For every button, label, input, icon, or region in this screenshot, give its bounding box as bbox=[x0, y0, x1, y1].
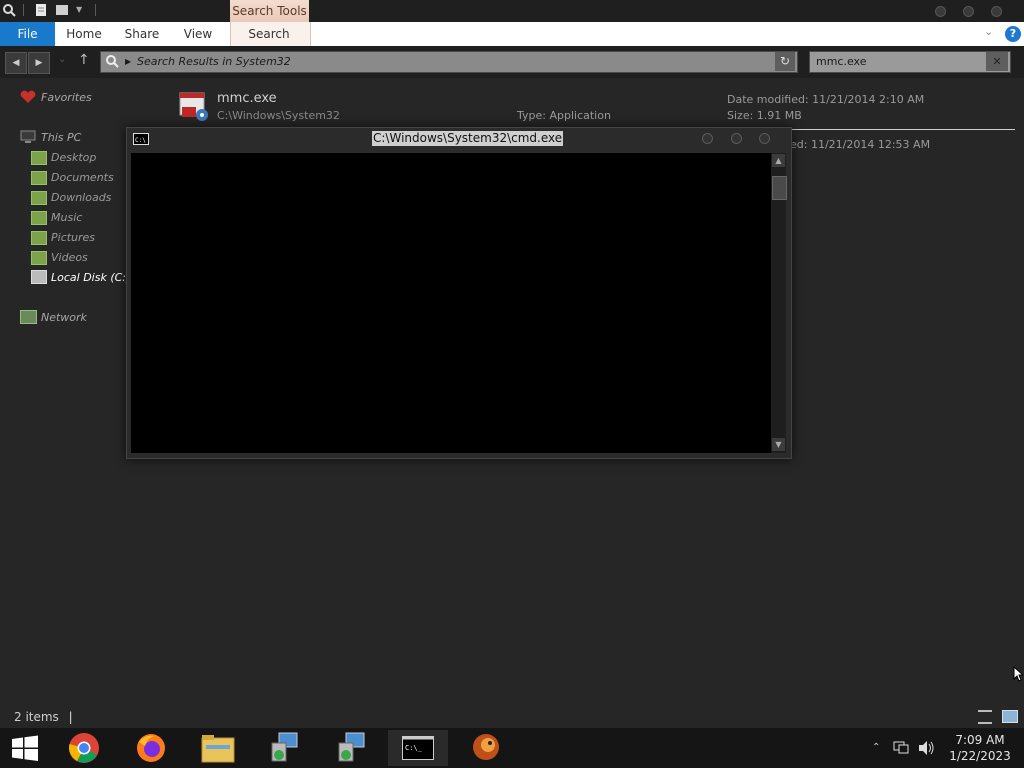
new-folder-icon[interactable] bbox=[55, 3, 69, 17]
sidebar-item-network[interactable]: Network bbox=[41, 311, 87, 324]
scroll-thumb[interactable] bbox=[772, 176, 787, 200]
breadcrumb-chevron-icon[interactable]: ▶ bbox=[125, 52, 131, 72]
cmd-window-icon: C:\ bbox=[133, 133, 149, 148]
file2-modified: ed: 11/21/2014 12:53 AM bbox=[790, 138, 931, 151]
sidebar-item-favorites[interactable]: Favorites bbox=[41, 91, 92, 104]
scroll-down-arrow-icon[interactable]: ▼ bbox=[772, 438, 785, 451]
back-button[interactable]: ◀ bbox=[5, 52, 27, 74]
cmd-console-area[interactable] bbox=[131, 153, 771, 453]
refresh-button[interactable]: ↻ bbox=[775, 52, 795, 71]
network-setup-icon[interactable] bbox=[336, 731, 368, 766]
qat-dropdown-icon[interactable]: ▼ bbox=[76, 5, 82, 14]
file-explorer-icon[interactable] bbox=[201, 733, 235, 766]
favorites-icon bbox=[20, 90, 36, 107]
tab-file[interactable]: File bbox=[0, 22, 55, 46]
scroll-up-arrow-icon[interactable]: ▲ bbox=[772, 154, 785, 167]
tab-home[interactable]: Home bbox=[62, 22, 106, 46]
close-button[interactable] bbox=[991, 6, 1002, 17]
address-path: Search Results in System32 bbox=[137, 55, 291, 68]
cmd-window-title: C:\Windows\System32\cmd.exe bbox=[372, 131, 564, 146]
music-folder-icon bbox=[31, 211, 47, 225]
network-setup-icon[interactable] bbox=[269, 731, 301, 766]
address-bar[interactable]: ▶ Search Results in System32 bbox=[100, 51, 798, 73]
videos-folder-icon bbox=[31, 251, 47, 265]
cmd-minimize-button[interactable] bbox=[702, 133, 713, 144]
search-input[interactable]: mmc.exe bbox=[809, 51, 1011, 73]
mmc-app-icon bbox=[178, 91, 210, 126]
clock-date: 1/22/2023 bbox=[949, 749, 1011, 763]
up-arrow-icon[interactable]: ↑ bbox=[78, 52, 90, 68]
clear-search-button[interactable]: ✕ bbox=[986, 52, 1008, 71]
start-icon[interactable] bbox=[11, 735, 39, 764]
sidebar-item-downloads[interactable]: Downloads bbox=[51, 191, 111, 204]
sidebar-item-music[interactable]: Music bbox=[51, 211, 82, 224]
tab-search[interactable]: Search bbox=[240, 22, 298, 46]
search-value: mmc.exe bbox=[816, 55, 867, 68]
status-separator: | bbox=[68, 710, 73, 724]
search-tools-context-tab: Search Tools bbox=[230, 0, 309, 22]
cmd-icon: C:\_ bbox=[402, 736, 434, 763]
sidebar-item-desktop[interactable]: Desktop bbox=[51, 151, 96, 164]
qat-separator bbox=[23, 4, 24, 16]
file-path: C:\Windows\System32 bbox=[217, 109, 340, 122]
recent-locations-icon[interactable]: ⌄ bbox=[58, 54, 66, 65]
volume-icon[interactable] bbox=[917, 740, 935, 759]
details-view-icon[interactable] bbox=[978, 710, 992, 724]
network-icon bbox=[20, 310, 37, 324]
cmd-maximize-button[interactable] bbox=[731, 133, 742, 144]
sidebar-item-local-disk[interactable]: Local Disk (C:) bbox=[51, 271, 130, 284]
network-tray-icon[interactable] bbox=[893, 741, 909, 758]
cmd-close-button[interactable] bbox=[759, 133, 770, 144]
search-icon[interactable] bbox=[2, 3, 16, 17]
title-bar bbox=[0, 0, 1024, 22]
clock-time: 7:09 AM bbox=[955, 733, 1005, 747]
firefox-icon[interactable] bbox=[135, 732, 167, 767]
forward-button[interactable]: ▶ bbox=[28, 52, 50, 74]
file-type: Type: Application bbox=[517, 109, 611, 122]
minimize-button[interactable] bbox=[935, 6, 946, 17]
downloads-folder-icon bbox=[31, 191, 47, 205]
sidebar-item-pictures[interactable]: Pictures bbox=[51, 231, 95, 244]
file-size: Size: 1.91 MB bbox=[727, 109, 802, 122]
system-clock[interactable]: 7:09 AM 1/22/2023 bbox=[940, 732, 1020, 764]
maximize-button[interactable] bbox=[963, 6, 974, 17]
app-icon[interactable] bbox=[470, 731, 502, 766]
qat-separator bbox=[95, 4, 96, 16]
svg-text:C:\_: C:\_ bbox=[405, 744, 423, 752]
search-location-icon bbox=[105, 54, 119, 75]
chrome-icon[interactable] bbox=[68, 732, 100, 767]
properties-icon[interactable] bbox=[34, 3, 48, 17]
tab-view[interactable]: View bbox=[178, 22, 218, 46]
sidebar-item-videos[interactable]: Videos bbox=[51, 251, 88, 264]
file-modified: Date modified: 11/21/2014 2:10 AM bbox=[727, 93, 925, 106]
pictures-folder-icon bbox=[31, 231, 47, 245]
sidebar-item-documents[interactable]: Documents bbox=[51, 171, 114, 184]
large-icons-view-icon[interactable] bbox=[1002, 710, 1018, 723]
mouse-cursor-icon bbox=[1013, 665, 1024, 685]
tab-share[interactable]: Share bbox=[120, 22, 164, 46]
status-bar: 2 items | bbox=[14, 710, 73, 724]
file-name: mmc.exe bbox=[217, 91, 277, 106]
show-hidden-icons-icon[interactable]: ⌃ bbox=[872, 742, 880, 753]
item-count: 2 items bbox=[14, 710, 59, 724]
row-separator bbox=[790, 129, 1015, 130]
expand-ribbon-icon[interactable]: ⌄ bbox=[984, 25, 993, 38]
help-icon[interactable]: ? bbox=[1005, 26, 1021, 42]
documents-folder-icon bbox=[31, 171, 47, 185]
svg-text:C:\: C:\ bbox=[135, 137, 146, 144]
sidebar-item-this-pc[interactable]: This PC bbox=[41, 131, 81, 144]
this-pc-icon bbox=[20, 130, 36, 147]
desktop-folder-icon bbox=[31, 151, 47, 165]
local-disk-icon bbox=[31, 270, 47, 284]
